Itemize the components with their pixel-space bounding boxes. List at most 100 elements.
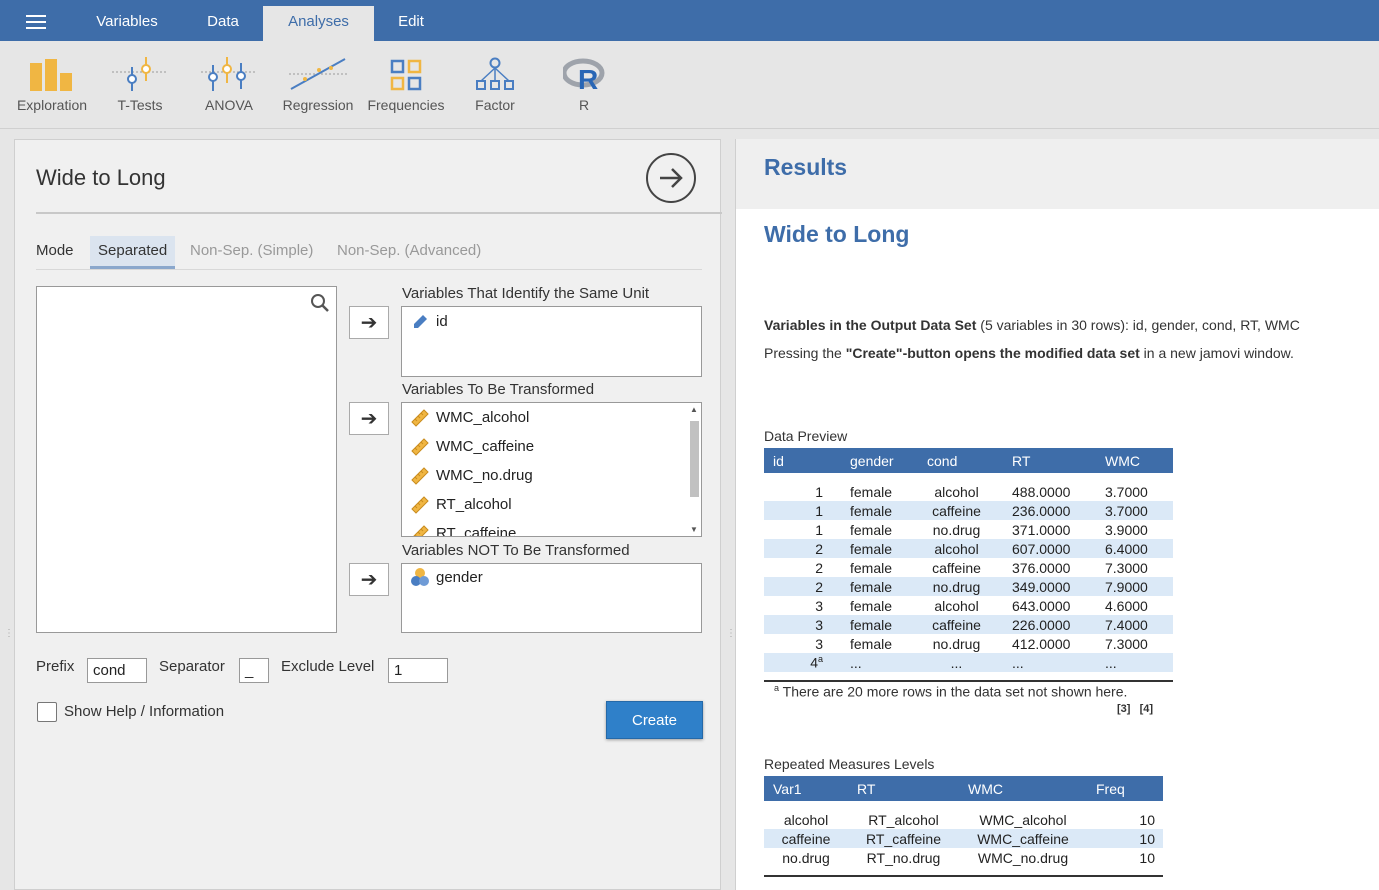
list-item[interactable]: id	[402, 307, 701, 336]
table-cell: 349.0000	[1003, 577, 1096, 596]
hamburger-icon[interactable]	[26, 15, 46, 29]
ribbon-r-button[interactable]: R R	[539, 55, 629, 113]
keep-variables-box[interactable]: gender	[401, 563, 702, 633]
table-cell: female	[841, 634, 918, 653]
panel-resize-handle[interactable]: ⋮	[726, 628, 736, 639]
list-item[interactable]: WMC_alcohol	[402, 403, 701, 432]
tab-variables[interactable]: Variables	[80, 6, 174, 41]
list-item[interactable]: gender	[402, 564, 701, 590]
cell-value: female	[850, 540, 893, 557]
table-spacer-row	[764, 801, 1163, 810]
create-info-pre: Pressing the	[764, 345, 846, 361]
cell-value: alcohol	[934, 483, 979, 500]
column-header: WMC	[1096, 448, 1173, 473]
cell-value: 3.9000	[1105, 521, 1148, 538]
anova-icon	[184, 55, 274, 91]
tab-analyses[interactable]: Analyses	[263, 6, 374, 41]
show-help-checkbox[interactable]	[37, 702, 57, 722]
cell-value: RT_alcohol	[868, 811, 939, 828]
column-header: RT	[848, 776, 959, 801]
table-cell: 1	[764, 482, 841, 501]
id-box-label: Variables That Identify the Same Unit	[402, 285, 650, 302]
cell-value: alcohol	[783, 811, 829, 828]
column-header: RT	[1003, 448, 1096, 473]
prefix-input[interactable]: cond	[87, 658, 147, 683]
regression-icon	[273, 55, 363, 91]
variable-name: id	[436, 313, 448, 330]
move-to-id-button[interactable]: ➔	[349, 306, 389, 339]
table-cell: 236.0000	[1003, 501, 1096, 520]
arrow-right-icon: ➔	[360, 312, 378, 334]
exclude-level-input[interactable]: 1	[388, 658, 448, 683]
table-row: caffeine RT_caffeine WMC_caffeine 10	[764, 829, 1163, 848]
separator-input[interactable]: _	[239, 658, 269, 683]
table-cell: 412.0000	[1003, 634, 1096, 653]
column-header: gender	[841, 448, 918, 473]
scroll-up-icon[interactable]: ▲	[690, 405, 698, 414]
create-button[interactable]: Create	[606, 701, 703, 739]
cell-value: 4.6000	[1105, 597, 1148, 614]
table-row: 1 female no.drug 371.0000 3.9000	[764, 520, 1173, 539]
data-preview-table: id gender cond RT WMC 1 female alcohol 488.…	[764, 448, 1173, 682]
list-item[interactable]: WMC_no.drug	[402, 461, 701, 490]
cell-value: 4	[810, 654, 818, 671]
table-cell: 643.0000	[1003, 596, 1096, 615]
reference-link[interactable]: [4]	[1140, 703, 1153, 715]
table-cell: no.drug	[918, 520, 1003, 539]
bar-chart-icon	[7, 55, 97, 91]
list-item[interactable]: RT_caffeine	[402, 519, 701, 536]
cell-value: no.drug	[782, 849, 830, 866]
search-icon[interactable]	[310, 293, 330, 318]
cell-value: 3	[815, 635, 823, 652]
mode-tab-separated[interactable]: Separated	[90, 236, 176, 269]
ribbon-ttests-button[interactable]: T-Tests	[95, 55, 185, 113]
results-analysis-title: Wide to Long	[764, 221, 910, 247]
cell-value: 10	[1139, 830, 1155, 847]
table-header-row: id gender cond RT WMC	[764, 448, 1173, 473]
tab-edit[interactable]: Edit	[386, 6, 436, 41]
output-vars-rest: (5 variables in 30 rows): id, gender, co…	[976, 317, 1300, 333]
id-variables-box[interactable]: id	[401, 306, 702, 377]
scrollbar[interactable]: ▲ ▼	[689, 405, 699, 534]
table-cell: RT_caffeine	[848, 829, 959, 848]
footnote-marker: a	[774, 683, 780, 693]
list-item[interactable]: RT_alcohol	[402, 490, 701, 519]
cell-value: WMC_no.drug	[977, 849, 1069, 866]
ribbon-exploration-button[interactable]: Exploration	[7, 55, 97, 113]
ribbon-label: Regression	[282, 97, 354, 113]
cell-value: caffeine	[932, 616, 981, 633]
table-cell: 3	[764, 596, 841, 615]
panel-resize-handle[interactable]: ⋮	[4, 628, 14, 639]
table-spacer-row	[764, 473, 1173, 482]
scrollbar-thumb[interactable]	[690, 421, 699, 497]
table-row: 4a............	[764, 653, 1173, 672]
column-header: Var1	[764, 776, 848, 801]
show-help-label: Show Help / Information	[64, 703, 225, 720]
table-row: no.drug RT_no.drug WMC_no.drug 10	[764, 848, 1163, 867]
ribbon-anova-button[interactable]: ANOVA	[184, 55, 274, 113]
ruler-icon	[410, 408, 430, 428]
table-cell: 371.0000	[1003, 520, 1096, 539]
top-menu-bar: Variables Data Analyses Edit	[0, 0, 1379, 41]
transform-variables-box[interactable]: WMC_alcohol WMC_caffeine WMC_no.drug RT_…	[401, 402, 702, 537]
move-to-transform-button[interactable]: ➔	[349, 402, 389, 435]
variable-name: RT_alcohol	[436, 496, 512, 513]
mode-tab-nonsep-advanced[interactable]: Non-Sep. (Advanced)	[329, 236, 489, 269]
create-info-post: in a new jamovi window.	[1139, 345, 1294, 361]
run-arrow-button[interactable]	[646, 153, 696, 203]
available-variables-list[interactable]	[36, 286, 337, 633]
scroll-down-icon[interactable]: ▼	[690, 525, 698, 534]
table-cell: ...	[1003, 653, 1096, 672]
ribbon-frequencies-button[interactable]: Frequencies	[361, 55, 451, 113]
ribbon-factor-button[interactable]: Factor	[450, 55, 540, 113]
reference-link[interactable]: [3]	[1117, 703, 1130, 715]
table-row: 1 female alcohol 488.0000 3.7000	[764, 482, 1173, 501]
move-to-keep-button[interactable]: ➔	[349, 563, 389, 596]
mode-tab-nonsep-simple[interactable]: Non-Sep. (Simple)	[182, 236, 321, 269]
tab-data[interactable]: Data	[192, 6, 254, 41]
table-cell: 3.7000	[1096, 482, 1173, 501]
ribbon-regression-button[interactable]: Regression	[273, 55, 363, 113]
variable-name: WMC_alcohol	[436, 409, 530, 426]
ruler-icon	[410, 495, 430, 515]
list-item[interactable]: WMC_caffeine	[402, 432, 701, 461]
